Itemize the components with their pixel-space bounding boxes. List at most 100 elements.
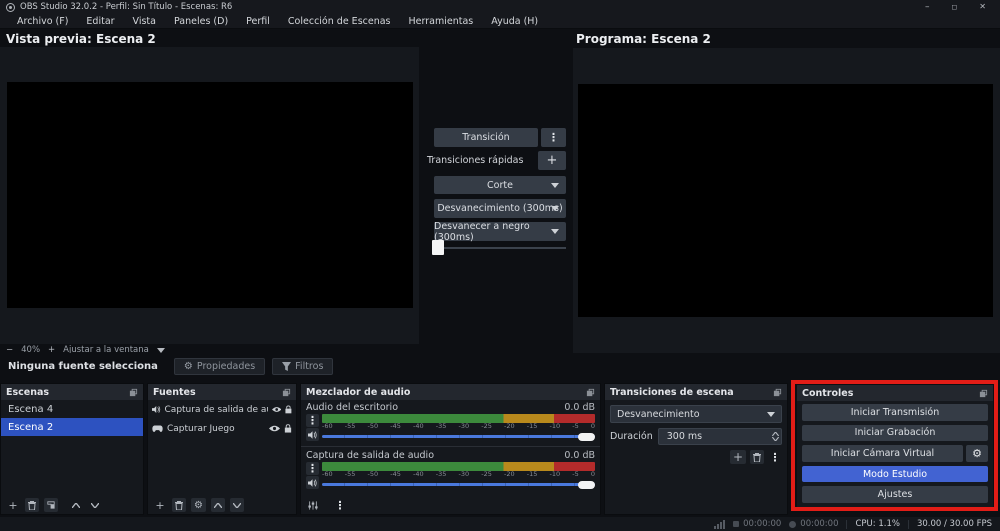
meter-tick: -60: [322, 422, 333, 430]
meter-tick: -30: [458, 470, 470, 478]
tbar-handle[interactable]: [432, 240, 444, 255]
slider-handle[interactable]: [578, 480, 595, 489]
scenes-dock-header: Escenas: [1, 384, 143, 400]
lock-icon[interactable]: [285, 405, 292, 414]
move-scene-up-button[interactable]: [69, 498, 83, 512]
mixer-menu-button[interactable]: ⋮: [333, 498, 347, 512]
add-scene-button[interactable]: +: [6, 498, 20, 512]
move-source-up-button[interactable]: [210, 498, 225, 512]
meter-tick: -50: [367, 470, 379, 478]
speaker-icon: [152, 405, 161, 414]
popout-icon[interactable]: [129, 388, 138, 397]
transition-menu-button[interactable]: ⋮: [541, 128, 566, 147]
fps-counter: 30.00 / 30.00 FPS: [916, 519, 992, 529]
preview-canvas[interactable]: [7, 82, 413, 308]
meter-tick: -50: [367, 422, 379, 430]
source-item-audio-output[interactable]: Captura de salida de audio: [148, 400, 296, 419]
meter-tick: -55: [344, 470, 356, 478]
settings-button[interactable]: Ajustes: [802, 486, 988, 503]
meter-tick: -25: [481, 422, 492, 430]
transition-button[interactable]: Transición: [434, 128, 538, 147]
transition-select[interactable]: Desvanecimiento: [610, 405, 782, 423]
menu-item-paneles[interactable]: Paneles (D): [165, 14, 237, 29]
channel-menu-button[interactable]: ⋮: [306, 414, 319, 427]
start-recording-button[interactable]: Iniciar Grabación: [802, 424, 988, 442]
slider-track: [322, 435, 595, 438]
scene-filters-button[interactable]: [44, 498, 58, 512]
scene-item-selected[interactable]: Escena 2: [1, 418, 143, 436]
fade-to-black-transition-button[interactable]: Desvanecer a negro (300ms): [434, 221, 566, 243]
meter-tick: -55: [344, 422, 356, 430]
fade-transition-button[interactable]: Desvanecimiento (300ms): [434, 199, 566, 218]
eye-icon[interactable]: [271, 406, 282, 413]
meter-tick: -40: [413, 422, 424, 430]
source-item-game-capture[interactable]: Capturar Juego: [148, 419, 296, 438]
menu-item-archivo[interactable]: Archivo (F): [8, 14, 77, 29]
menu-item-vista[interactable]: Vista: [124, 14, 165, 29]
popout-icon[interactable]: [979, 389, 988, 398]
studio-mode-area: Vista previa: Escena 2 Programa: Escena …: [0, 30, 1000, 360]
scene-item[interactable]: Escena 4: [1, 400, 143, 418]
mute-button[interactable]: [306, 428, 319, 441]
add-source-button[interactable]: +: [153, 498, 167, 512]
filters-button[interactable]: Filtros: [272, 358, 334, 375]
meter-tick: -45: [390, 470, 401, 478]
add-quick-transition-button[interactable]: +: [538, 151, 566, 170]
obs-logo-icon: [6, 2, 15, 12]
stream-status: 00:00:00: [733, 519, 781, 529]
move-scene-down-button[interactable]: [88, 498, 102, 512]
popout-icon[interactable]: [586, 388, 595, 397]
spin-up-icon[interactable]: [772, 432, 779, 436]
tbar-slider[interactable]: [434, 247, 566, 249]
volume-slider[interactable]: [322, 478, 595, 491]
channel-menu-button[interactable]: ⋮: [306, 462, 319, 475]
start-virtual-camera-button[interactable]: Iniciar Cámara Virtual: [802, 445, 963, 462]
eye-icon[interactable]: [269, 425, 280, 432]
chevron-down-icon[interactable]: [156, 347, 165, 353]
meter-tick: -20: [504, 470, 515, 478]
meter-tick: -15: [526, 470, 538, 478]
virtual-camera-settings-button[interactable]: ⚙: [966, 445, 988, 462]
cut-transition-button[interactable]: Corte: [434, 176, 566, 194]
meter-ticks: -60 -55 -50 -45 -40 -35 -30 -25 -20 -15 -10 -5 0: [322, 471, 595, 478]
remove-transition-button[interactable]: [750, 450, 764, 464]
meter-tick: -45: [390, 422, 401, 430]
title-bar: OBS Studio 32.0.2 - Perfil: Sin Título -…: [0, 0, 1000, 14]
menu-item-perfil[interactable]: Perfil: [237, 14, 279, 29]
start-streaming-button[interactable]: Iniciar Transmisión: [802, 404, 988, 421]
program-canvas[interactable]: [578, 84, 993, 317]
status-bar: 00:00:00 00:00:00 CPU: 1.1% 30.00 / 30.0…: [0, 517, 1000, 531]
menu-item-editar[interactable]: Editar: [77, 14, 123, 29]
divider: [846, 519, 848, 529]
move-source-down-button[interactable]: [229, 498, 244, 512]
lock-icon[interactable]: [284, 424, 292, 433]
remove-source-button[interactable]: [172, 498, 186, 512]
add-transition-button[interactable]: +: [729, 450, 746, 464]
properties-button[interactable]: ⚙ Propiedades: [173, 358, 266, 375]
mixer-dock-header: Mezclador de audio: [301, 384, 600, 400]
transition-properties-menu-button[interactable]: ⋮: [768, 450, 782, 464]
volume-slider[interactable]: [322, 430, 595, 443]
remove-scene-button[interactable]: [25, 498, 39, 512]
spin-down-icon[interactable]: [772, 437, 779, 441]
menu-item-herramientas[interactable]: Herramientas: [400, 14, 483, 29]
source-properties-button[interactable]: ⚙: [191, 498, 206, 512]
mute-button[interactable]: [306, 476, 319, 489]
meter-ticks: -60 -55 -50 -45 -40 -35 -30 -25 -20 -15 -10 -5 0: [322, 423, 595, 430]
studio-mode-button[interactable]: Modo Estudio: [802, 465, 988, 483]
close-button[interactable]: ✕: [979, 0, 986, 14]
channel-level: 0.0 dB: [564, 402, 595, 413]
menu-item-coleccion-escenas[interactable]: Colección de Escenas: [279, 14, 400, 29]
meter-tick: 0: [590, 470, 595, 478]
duration-spinbox[interactable]: 300 ms: [657, 428, 782, 445]
mixer-settings-button[interactable]: [306, 498, 320, 512]
slider-handle[interactable]: [578, 432, 595, 441]
minimize-button[interactable]: –: [925, 0, 930, 14]
menu-item-ayuda[interactable]: Ayuda (H): [482, 14, 547, 29]
quick-transitions-label: Transiciones rápidas: [427, 155, 524, 166]
maximize-button[interactable]: ◻: [951, 0, 957, 14]
popout-icon[interactable]: [282, 388, 291, 397]
kebab-icon: ⋮: [769, 450, 781, 464]
network-signal-icon: [714, 519, 726, 529]
popout-icon[interactable]: [773, 388, 782, 397]
